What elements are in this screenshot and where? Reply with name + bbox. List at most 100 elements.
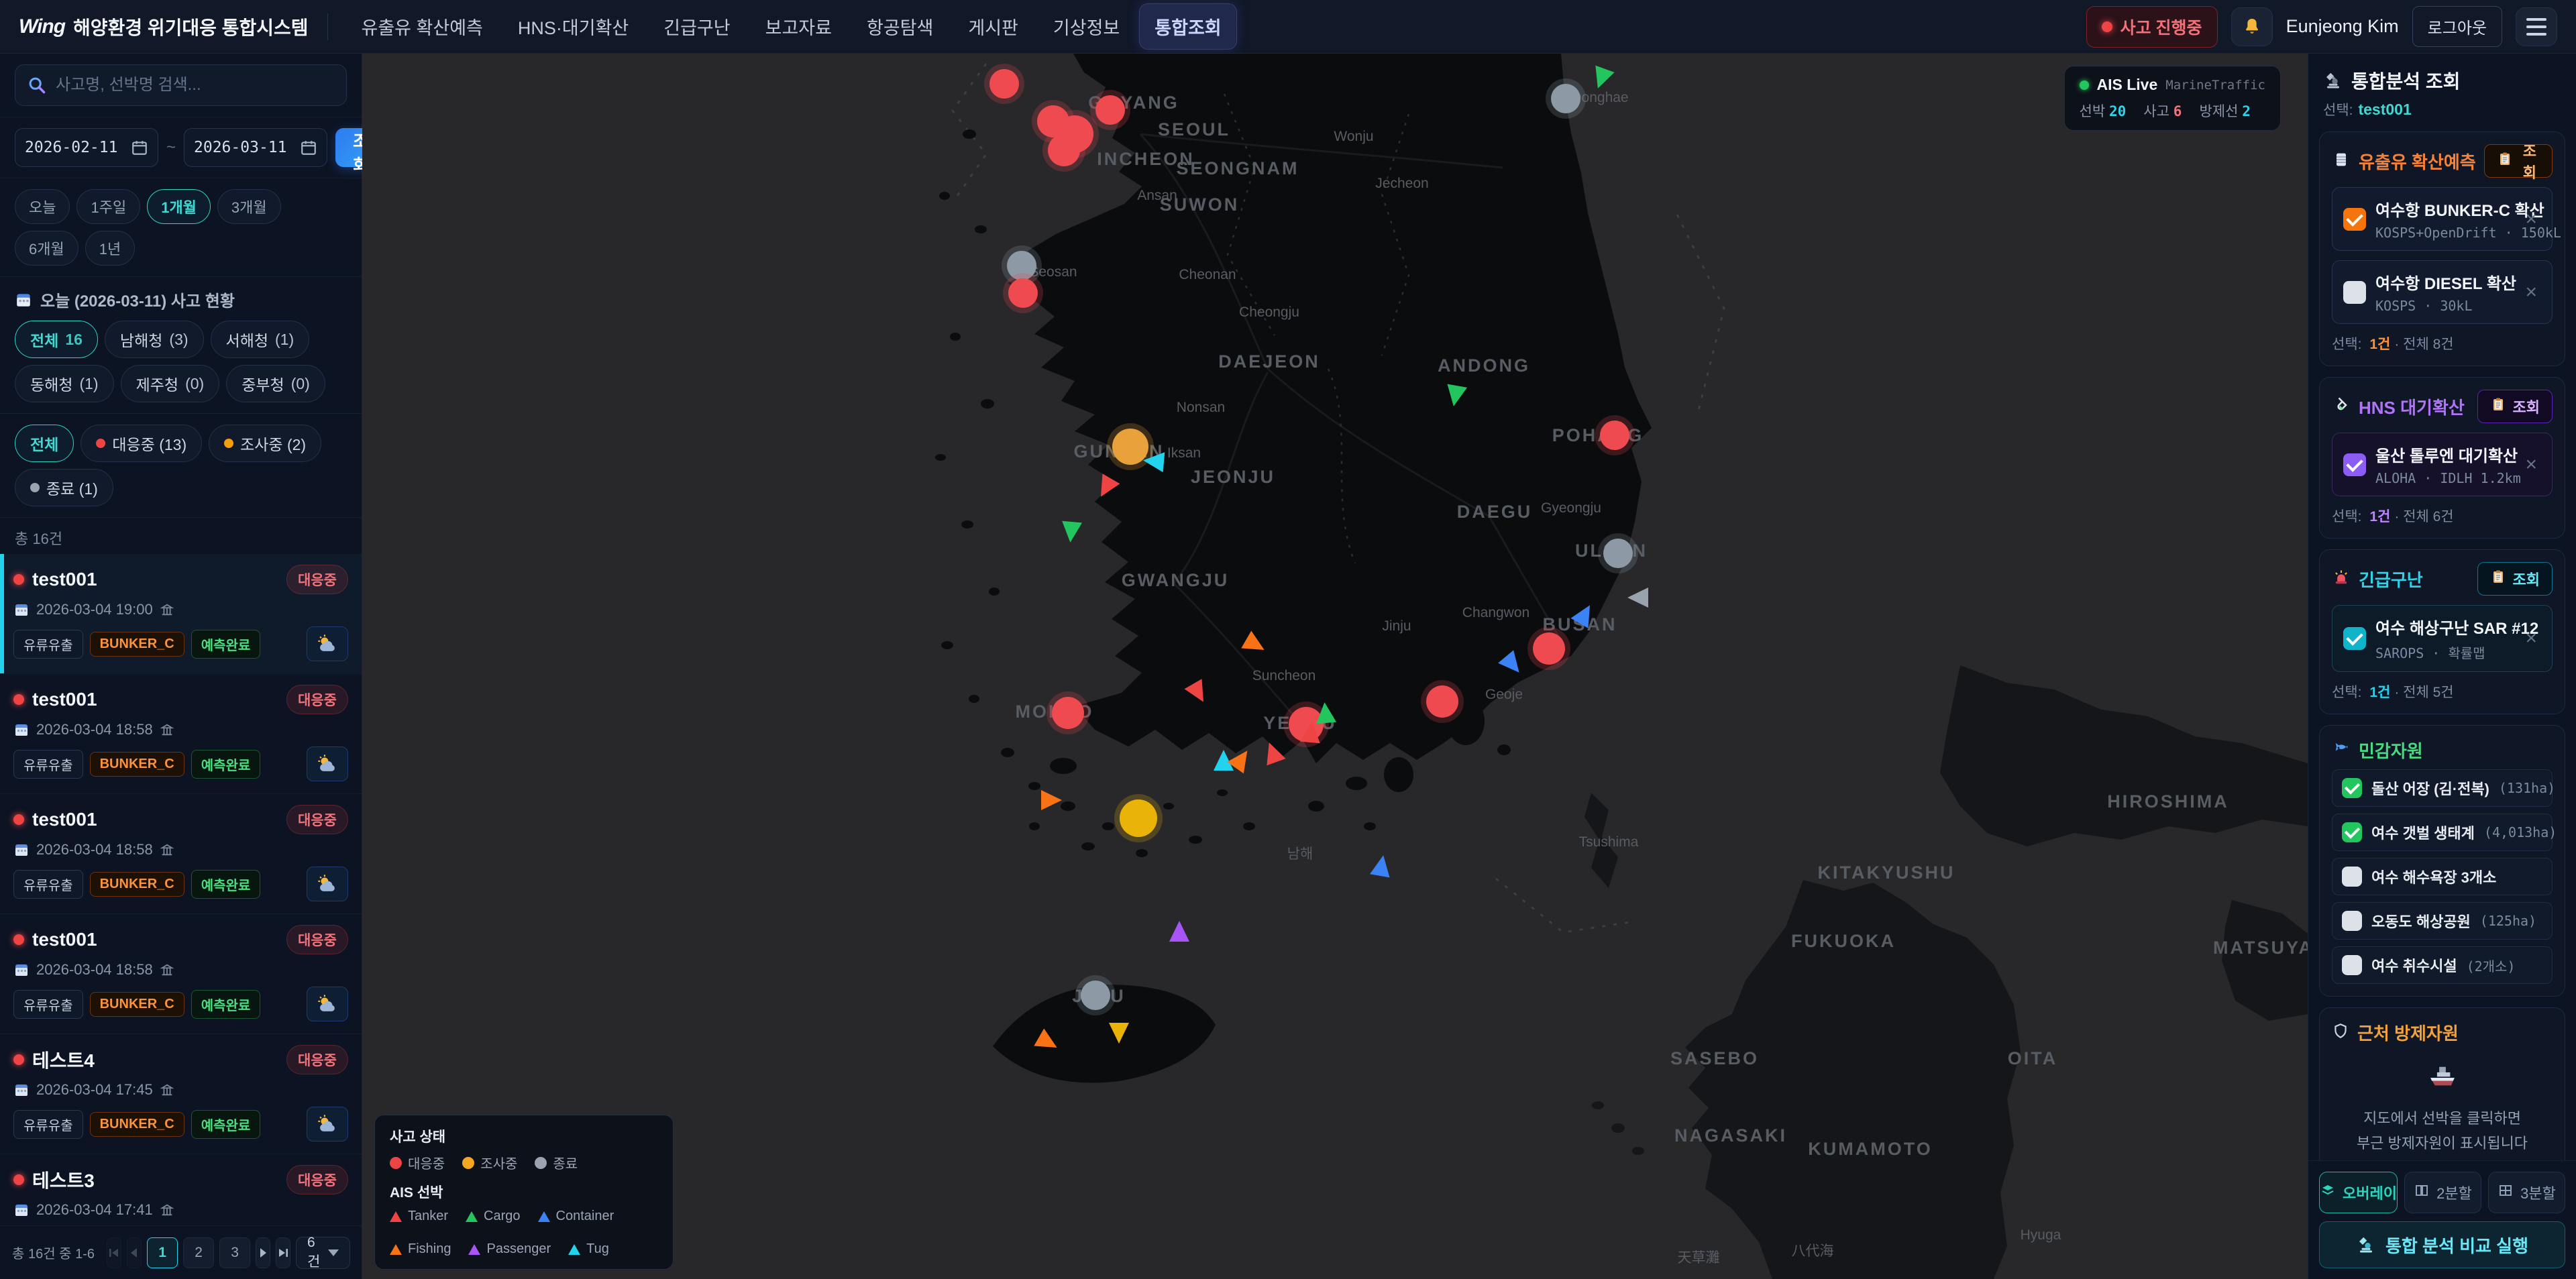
analysis-item[interactable]: 여수항 DIESEL 확산KOSPS · 30kL×	[2332, 260, 2553, 324]
incident-card[interactable]: test001대응중2026-03-04 18:58유류유출BUNKER_C예측…	[0, 674, 362, 794]
nav-item-유출유 확산예측[interactable]: 유출유 확산예측	[347, 4, 498, 49]
close-icon[interactable]: ×	[2521, 627, 2541, 650]
run-analysis-button[interactable]: 통합 분석 비교 실행	[2319, 1221, 2565, 1268]
incident-card[interactable]: 테스트3대응중2026-03-04 17:41유류유출BUNKER_C예측완료	[0, 1154, 362, 1225]
incident-marker[interactable]	[1603, 539, 1633, 568]
analysis-item[interactable]: 울산 톨루엔 대기확산ALOHA · IDLH 1.2km×	[2332, 433, 2553, 496]
incident-card[interactable]: test001대응중2026-03-04 18:58유류유출BUNKER_C예측…	[0, 914, 362, 1034]
sensitive-name: 돌산 어장 (김·전복)	[2371, 777, 2489, 799]
nav-item-긴급구난[interactable]: 긴급구난	[649, 4, 745, 49]
first-page-button[interactable]	[107, 1237, 121, 1268]
region-chip[interactable]: 전체16	[15, 321, 98, 358]
sensitive-item[interactable]: 여수 취수시설(2개소)	[2332, 946, 2553, 984]
incident-marker[interactable]	[1551, 84, 1580, 113]
calendar-icon	[13, 962, 30, 978]
nav-item-기상정보[interactable]: 기상정보	[1038, 4, 1134, 49]
sensitive-item[interactable]: 돌산 어장 (김·전복)(131ha)	[2332, 769, 2553, 807]
date-to-input[interactable]	[194, 139, 294, 156]
range-chip[interactable]: 1년	[85, 231, 135, 266]
menu-button[interactable]	[2516, 7, 2557, 46]
analysis-item[interactable]: 여수 해상구난 SAR #12SAROPS · 확률맵×	[2332, 605, 2553, 672]
status-chip[interactable]: 종료 (1)	[15, 469, 113, 506]
sensitive-checkbox[interactable]	[2342, 911, 2362, 931]
sensitive-item[interactable]: 오동도 해상공원(125ha)	[2332, 902, 2553, 940]
incident-marker[interactable]	[1112, 429, 1148, 465]
incident-card[interactable]: test001대응중2026-03-04 18:58유류유출BUNKER_C예측…	[0, 794, 362, 914]
sensitive-checkbox[interactable]	[2342, 955, 2362, 975]
item-checkbox[interactable]	[2343, 453, 2366, 476]
view-button-오버레이[interactable]: 오버레이	[2319, 1172, 2398, 1213]
status-chip[interactable]: 전체	[15, 425, 74, 462]
page-button-3[interactable]: 3	[219, 1237, 250, 1268]
nav-item-통합조회[interactable]: 통합조회	[1140, 4, 1236, 49]
region-chip[interactable]: 동해청(1)	[15, 365, 114, 402]
query-button-oil[interactable]: 조회	[2484, 144, 2553, 178]
incident-status-badge: 대응중	[286, 805, 348, 834]
incident-marker[interactable]	[989, 69, 1019, 99]
incident-marker[interactable]	[1048, 134, 1080, 166]
region-chip[interactable]: 제주청(0)	[121, 365, 220, 402]
sensitive-checkbox[interactable]	[2342, 867, 2362, 887]
close-icon[interactable]: ×	[2521, 208, 2541, 231]
query-button-hns[interactable]: 조회	[2477, 390, 2553, 423]
sensitive-item[interactable]: 여수 갯벌 생태계(4,013ha)	[2332, 814, 2553, 851]
analysis-item[interactable]: 여수항 BUNKER-C 확산KOSPS+OpenDrift · 150kL×	[2332, 187, 2553, 251]
incident-active-badge[interactable]: 사고 진행중	[2086, 6, 2218, 48]
nav-item-HNS·대기확산[interactable]: HNS·대기확산	[503, 4, 643, 49]
next-page-button[interactable]	[256, 1237, 270, 1268]
incident-marker[interactable]	[1008, 278, 1038, 308]
incident-marker[interactable]	[1052, 697, 1084, 729]
date-from-field[interactable]	[15, 128, 158, 167]
overlay-icon	[2320, 1182, 2336, 1203]
date-to-field[interactable]	[184, 128, 327, 167]
page-button-2[interactable]: 2	[183, 1237, 214, 1268]
weather-button[interactable]	[307, 987, 348, 1021]
incident-marker[interactable]	[1600, 421, 1629, 450]
region-chip[interactable]: 서해청(1)	[211, 321, 310, 358]
nav-item-항공탐색[interactable]: 항공탐색	[852, 4, 948, 49]
incident-marker[interactable]	[1081, 981, 1110, 1010]
weather-button[interactable]	[307, 626, 348, 661]
item-checkbox[interactable]	[2343, 281, 2366, 304]
close-icon[interactable]: ×	[2521, 281, 2541, 304]
view-button-2분할[interactable]: 2분할	[2404, 1172, 2481, 1213]
page-button-1[interactable]: 1	[147, 1237, 178, 1268]
status-chip[interactable]: 대응중 (13)	[80, 425, 202, 462]
search-input[interactable]	[56, 76, 334, 95]
range-chip[interactable]: 1개월	[147, 189, 211, 224]
range-chip[interactable]: 오늘	[15, 189, 70, 224]
range-chip[interactable]: 6개월	[15, 231, 78, 266]
weather-button[interactable]	[307, 1107, 348, 1142]
query-button-sar[interactable]: 조회	[2477, 562, 2553, 596]
region-chip[interactable]: 중부청(0)	[226, 365, 325, 402]
range-chip[interactable]: 1주일	[76, 189, 140, 224]
nav-item-게시판[interactable]: 게시판	[953, 4, 1033, 49]
incident-card[interactable]: 테스트4대응중2026-03-04 17:45유류유출BUNKER_C예측완료	[0, 1034, 362, 1154]
item-checkbox[interactable]	[2343, 627, 2366, 650]
view-button-3분할[interactable]: 3분할	[2488, 1172, 2565, 1213]
incident-card[interactable]: test001대응중2026-03-04 19:00유류유출BUNKER_C예측…	[0, 554, 362, 674]
nav-item-보고자료[interactable]: 보고자료	[751, 4, 847, 49]
incident-marker[interactable]	[1533, 632, 1565, 665]
last-page-button[interactable]	[276, 1237, 290, 1268]
weather-button[interactable]	[307, 746, 348, 781]
map-canvas[interactable]: GOYANGSEOULINCHEONSEONGNAMAnsanSUWONWonj…	[362, 54, 2308, 1279]
sensitive-checkbox[interactable]	[2342, 822, 2362, 842]
incident-marker[interactable]	[1095, 95, 1125, 125]
sensitive-item[interactable]: 여수 해수욕장 3개소	[2332, 858, 2553, 895]
region-chip[interactable]: 남해청(3)	[105, 321, 204, 358]
page-size-select[interactable]: 6건	[296, 1237, 350, 1269]
status-chip[interactable]: 조사중 (2)	[209, 425, 321, 462]
incident-marker[interactable]	[1120, 799, 1157, 837]
logout-button[interactable]: 로그아웃	[2412, 6, 2502, 47]
ais-live-box: AIS Live MarineTraffic 선박 20사고 6방제선 2	[2064, 66, 2281, 131]
notifications-button[interactable]	[2231, 7, 2273, 46]
weather-button[interactable]	[307, 867, 348, 901]
incident-marker[interactable]	[1426, 685, 1458, 718]
prev-page-button[interactable]	[127, 1237, 142, 1268]
range-chip[interactable]: 3개월	[217, 189, 281, 224]
close-icon[interactable]: ×	[2521, 453, 2541, 476]
item-checkbox[interactable]	[2343, 208, 2366, 231]
date-from-input[interactable]	[25, 139, 125, 156]
sensitive-checkbox[interactable]	[2342, 778, 2362, 798]
